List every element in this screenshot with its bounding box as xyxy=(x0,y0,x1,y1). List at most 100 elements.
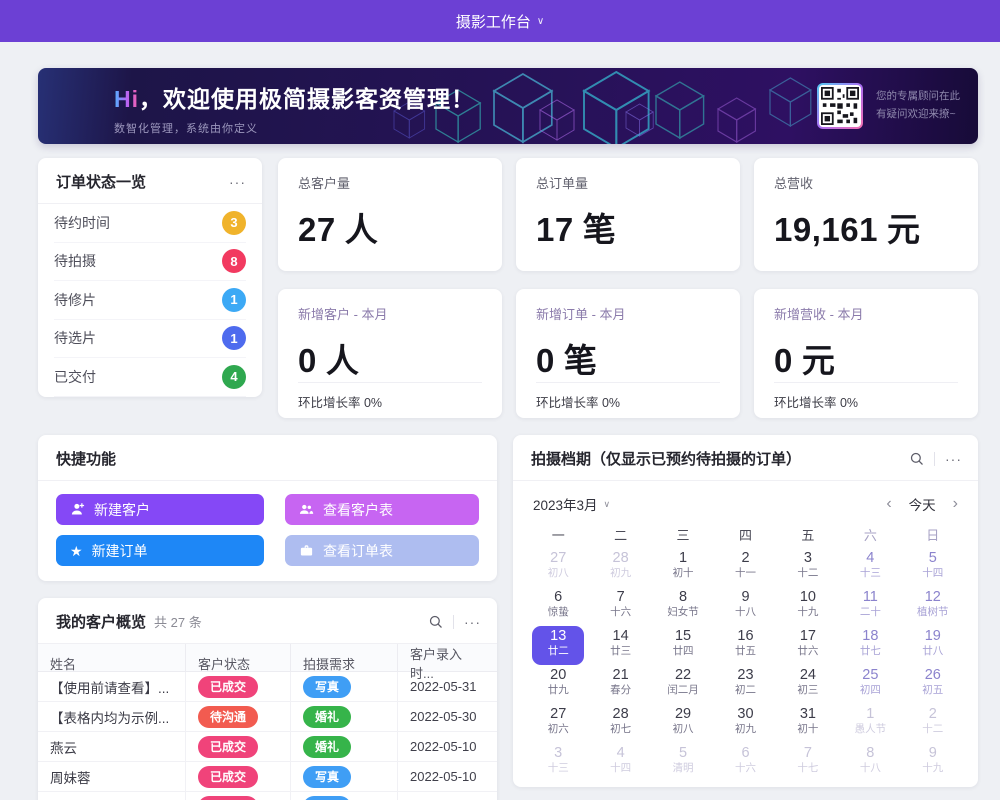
calendar-day[interactable]: 6 十六 xyxy=(714,743,776,782)
new-customer-button[interactable]: 新建客户 xyxy=(56,494,264,525)
day-number: 9 xyxy=(719,589,771,606)
day-number: 29 xyxy=(657,706,709,723)
calendar-day[interactable]: 21 春分 xyxy=(589,665,651,704)
calendar-day[interactable]: 27 初六 xyxy=(527,704,589,743)
more-menu-icon[interactable]: ··· xyxy=(945,452,962,466)
calendar-day[interactable]: 2 十二 xyxy=(902,704,964,743)
day-number: 2 xyxy=(907,706,959,723)
qr-caption-line1: 您的专属顾问在此 xyxy=(876,88,960,106)
day-lunar-label: 初八 xyxy=(532,567,584,580)
calendar-day[interactable]: 4 十三 xyxy=(839,548,901,587)
order-status-item[interactable]: 待选片 1 xyxy=(54,320,246,359)
chevron-down-icon: ∨ xyxy=(604,499,611,510)
calendar-day[interactable]: 19 廿八 xyxy=(902,626,964,665)
calendar-day[interactable]: 8 十八 xyxy=(839,743,901,782)
day-number: 5 xyxy=(657,745,709,762)
calendar-day[interactable]: 18 廿七 xyxy=(839,626,901,665)
prev-month-button[interactable]: ‹ xyxy=(886,496,891,512)
calendar-day[interactable]: 6 惊蛰 xyxy=(527,587,589,626)
day-lunar-label: 十九 xyxy=(782,606,834,619)
order-status-list: 待约时间 3 待拍摄 8 待修片 1 xyxy=(38,204,262,397)
calendar-day[interactable]: 7 十七 xyxy=(777,743,839,782)
calendar-day[interactable]: 1 愚人节 xyxy=(839,704,901,743)
calendar-day[interactable]: 5 十四 xyxy=(902,548,964,587)
status-label: 待选片 xyxy=(54,328,96,348)
customer-name: 周妹蓉 xyxy=(38,762,186,791)
calendar-day[interactable]: 7 十六 xyxy=(589,587,651,626)
table-row[interactable]: 【表格内均为示例... 待沟通 婚礼 2022-05-30 xyxy=(38,702,497,732)
search-icon[interactable] xyxy=(428,614,443,629)
more-menu-icon[interactable]: ··· xyxy=(229,175,246,189)
customer-name: 燕云 xyxy=(38,732,186,761)
day-lunar-label: 廿四 xyxy=(657,645,709,658)
calendar-day[interactable]: 9 十九 xyxy=(902,743,964,782)
order-status-item[interactable]: 待拍摄 8 xyxy=(54,243,246,282)
stat-label: 总客户量 xyxy=(298,173,482,192)
day-lunar-label: 十六 xyxy=(719,762,771,775)
calendar-day[interactable]: 10 十九 xyxy=(777,587,839,626)
day-lunar-label: 惊蛰 xyxy=(532,606,584,619)
calendar-day[interactable]: 12 植树节 xyxy=(902,587,964,626)
calendar-day[interactable]: 5 清明 xyxy=(652,743,714,782)
calendar-day[interactable]: 23 初二 xyxy=(714,665,776,704)
day-number: 2 xyxy=(719,550,771,567)
calendar-day[interactable]: 3 十三 xyxy=(527,743,589,782)
customers-count: 共 27 条 xyxy=(154,612,202,631)
order-status-item[interactable]: 已交付 4 xyxy=(54,358,246,397)
calendar-day[interactable]: 1 初十 xyxy=(652,548,714,587)
calendar-day[interactable]: 14 廿三 xyxy=(589,626,651,665)
stat-card-monthly: 新增订单 - 本月 0 笔 环比增长率 0% xyxy=(516,289,740,418)
table-header: 姓名 客户状态 拍摄需求 客户录入时... xyxy=(38,644,497,672)
calendar-day[interactable]: 17 廿六 xyxy=(777,626,839,665)
calendar-day[interactable]: 30 初九 xyxy=(714,704,776,743)
month-selector[interactable]: 2023年3月 ∨ xyxy=(533,494,610,514)
star-icon: ★ xyxy=(70,544,83,558)
status-count-badge: 4 xyxy=(222,365,246,389)
calendar-day[interactable]: 25 初四 xyxy=(839,665,901,704)
search-icon[interactable] xyxy=(909,451,924,466)
stat-growth-rate: 环比增长率 0% xyxy=(774,382,958,411)
calendar-day[interactable]: 11 二十 xyxy=(839,587,901,626)
calendar-day[interactable]: 9 十八 xyxy=(714,587,776,626)
table-row[interactable]: 已成交 写真 xyxy=(38,792,497,800)
more-menu-icon[interactable]: ··· xyxy=(464,615,481,629)
order-status-item[interactable]: 待约时间 3 xyxy=(54,204,246,243)
view-order-table-button[interactable]: 查看订单表 xyxy=(285,535,479,566)
day-number: 5 xyxy=(907,550,959,567)
qr-code xyxy=(817,83,863,129)
calendar-day[interactable]: 8 妇女节 xyxy=(652,587,714,626)
table-row[interactable]: 周妹蓉 已成交 写真 2022-05-10 xyxy=(38,762,497,792)
calendar-day[interactable]: 13 廿二 xyxy=(527,626,589,665)
next-month-button[interactable]: › xyxy=(953,496,958,512)
day-number: 12 xyxy=(907,589,959,606)
workspace-switcher[interactable]: 摄影工作台 ∨ xyxy=(456,11,544,32)
table-row[interactable]: 燕云 已成交 婚礼 2022-05-10 xyxy=(38,732,497,762)
calendar-day[interactable]: 3 十二 xyxy=(777,548,839,587)
calendar-day[interactable]: 29 初八 xyxy=(652,704,714,743)
day-lunar-label: 廿八 xyxy=(907,645,959,658)
stat-value: 0 笔 xyxy=(536,334,720,382)
calendar-day[interactable]: 4 十四 xyxy=(589,743,651,782)
chevron-down-icon: ∨ xyxy=(537,16,544,27)
view-customer-table-button[interactable]: 查看客户表 xyxy=(285,494,479,525)
calendar-day[interactable]: 27 初八 xyxy=(527,548,589,587)
day-lunar-label: 妇女节 xyxy=(657,606,709,619)
calendar-day[interactable]: 24 初三 xyxy=(777,665,839,704)
order-status-item[interactable]: 待修片 1 xyxy=(54,281,246,320)
weekday-label: 日 xyxy=(902,525,964,544)
stat-growth-rate: 环比增长率 0% xyxy=(536,382,720,411)
calendar-day[interactable]: 26 初五 xyxy=(902,665,964,704)
calendar-day[interactable]: 2 十一 xyxy=(714,548,776,587)
new-order-button[interactable]: ★ 新建订单 xyxy=(56,535,264,566)
calendar-day[interactable]: 20 廿九 xyxy=(527,665,589,704)
weekday-header: 一 二 三 四 五 六 日 xyxy=(513,521,978,546)
weekday-label: 二 xyxy=(589,525,651,544)
calendar-day[interactable]: 22 闰二月 xyxy=(652,665,714,704)
calendar-day[interactable]: 31 初十 xyxy=(777,704,839,743)
calendar-day[interactable]: 28 初九 xyxy=(589,548,651,587)
calendar-day[interactable]: 16 廿五 xyxy=(714,626,776,665)
today-button[interactable]: 今天 xyxy=(909,494,936,514)
calendar-day[interactable]: 15 廿四 xyxy=(652,626,714,665)
calendar-day[interactable]: 28 初七 xyxy=(589,704,651,743)
stat-cards-totals: 总客户量 27 人 总订单量 17 笔 xyxy=(278,158,978,271)
